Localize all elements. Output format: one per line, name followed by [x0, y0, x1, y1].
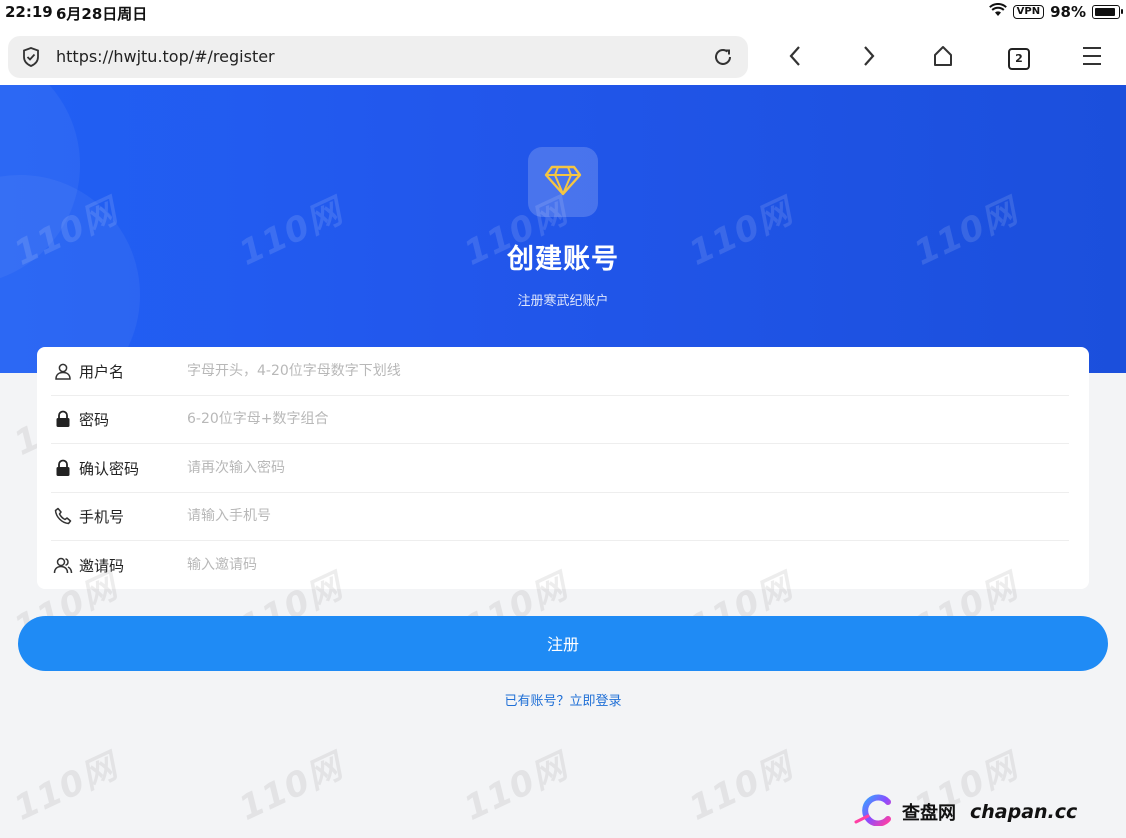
register-screen: 22:19 6月28日周日 VPN 98% https://hwjtu.top/… [0, 0, 1126, 838]
lock-icon [53, 458, 73, 478]
confirm-password-label: 确认密码 [79, 459, 140, 478]
site-brand: 查盘网 chapan.cc [854, 794, 1078, 830]
password-input[interactable] [187, 411, 887, 427]
browser-toolbar: https://hwjtu.top/#/register 2 [0, 24, 1126, 85]
brand-name: 查盘网 [902, 803, 956, 824]
phone-label: 手机号 [79, 507, 125, 526]
invite-code-input[interactable] [187, 557, 887, 573]
brand-logo-icon [854, 794, 894, 830]
phone-input[interactable] [187, 508, 887, 524]
forward-icon[interactable] [860, 44, 878, 72]
status-date: 6月28日周日 [56, 5, 148, 23]
login-link[interactable]: 已有账号？立即登录 [0, 690, 1126, 709]
invite-code-label: 邀请码 [79, 556, 125, 575]
password-label: 密码 [79, 410, 110, 429]
watermark: 110网 [233, 746, 349, 829]
username-label: 用户名 [79, 362, 125, 381]
address-bar[interactable]: https://hwjtu.top/#/register [8, 36, 748, 78]
watermark: 110网 [683, 746, 799, 829]
page-subtitle: 注册寒武纪账户 [517, 294, 609, 309]
phone-icon [53, 506, 73, 526]
shield-check-icon[interactable] [20, 46, 42, 72]
status-right: VPN 98% [988, 3, 1123, 21]
password-row: 密码 [51, 395, 1069, 444]
status-time: 22:19 [5, 3, 53, 21]
battery-icon [1092, 5, 1123, 19]
status-bar: 22:19 6月28日周日 VPN 98% [0, 0, 1126, 24]
watermark: 110网 [8, 746, 124, 829]
register-form: 用户名 密码 确认密码 手机号 [37, 347, 1089, 589]
hero-banner: 110网 110网 110网 110网 110网 创建账号 注册寒武纪账户 [0, 85, 1126, 373]
page-title: 创建账号 [507, 244, 619, 275]
watermark: 110网 [458, 746, 574, 829]
back-icon[interactable] [786, 44, 804, 72]
battery-percent: 98% [1050, 3, 1086, 21]
logo-tile [528, 147, 598, 217]
diamond-icon [544, 164, 582, 200]
phone-row: 手机号 [51, 492, 1069, 541]
brand-url: chapan.cc [970, 801, 1078, 823]
users-icon [53, 555, 73, 575]
vpn-badge: VPN [1012, 5, 1045, 19]
confirm-password-input[interactable] [187, 460, 887, 476]
reload-icon[interactable] [712, 46, 734, 72]
menu-icon[interactable] [1082, 44, 1102, 72]
user-icon [53, 361, 73, 381]
username-row: 用户名 [51, 347, 1069, 396]
home-icon[interactable] [932, 44, 954, 72]
url-text[interactable]: https://hwjtu.top/#/register [56, 47, 275, 66]
wifi-icon [988, 3, 1007, 21]
invite-code-row: 邀请码 [51, 541, 1069, 589]
confirm-password-row: 确认密码 [51, 444, 1069, 493]
username-input[interactable] [187, 363, 887, 379]
lock-icon [53, 409, 73, 429]
register-button[interactable]: 注册 [18, 616, 1108, 671]
tabs-icon[interactable]: 2 [1008, 48, 1030, 70]
